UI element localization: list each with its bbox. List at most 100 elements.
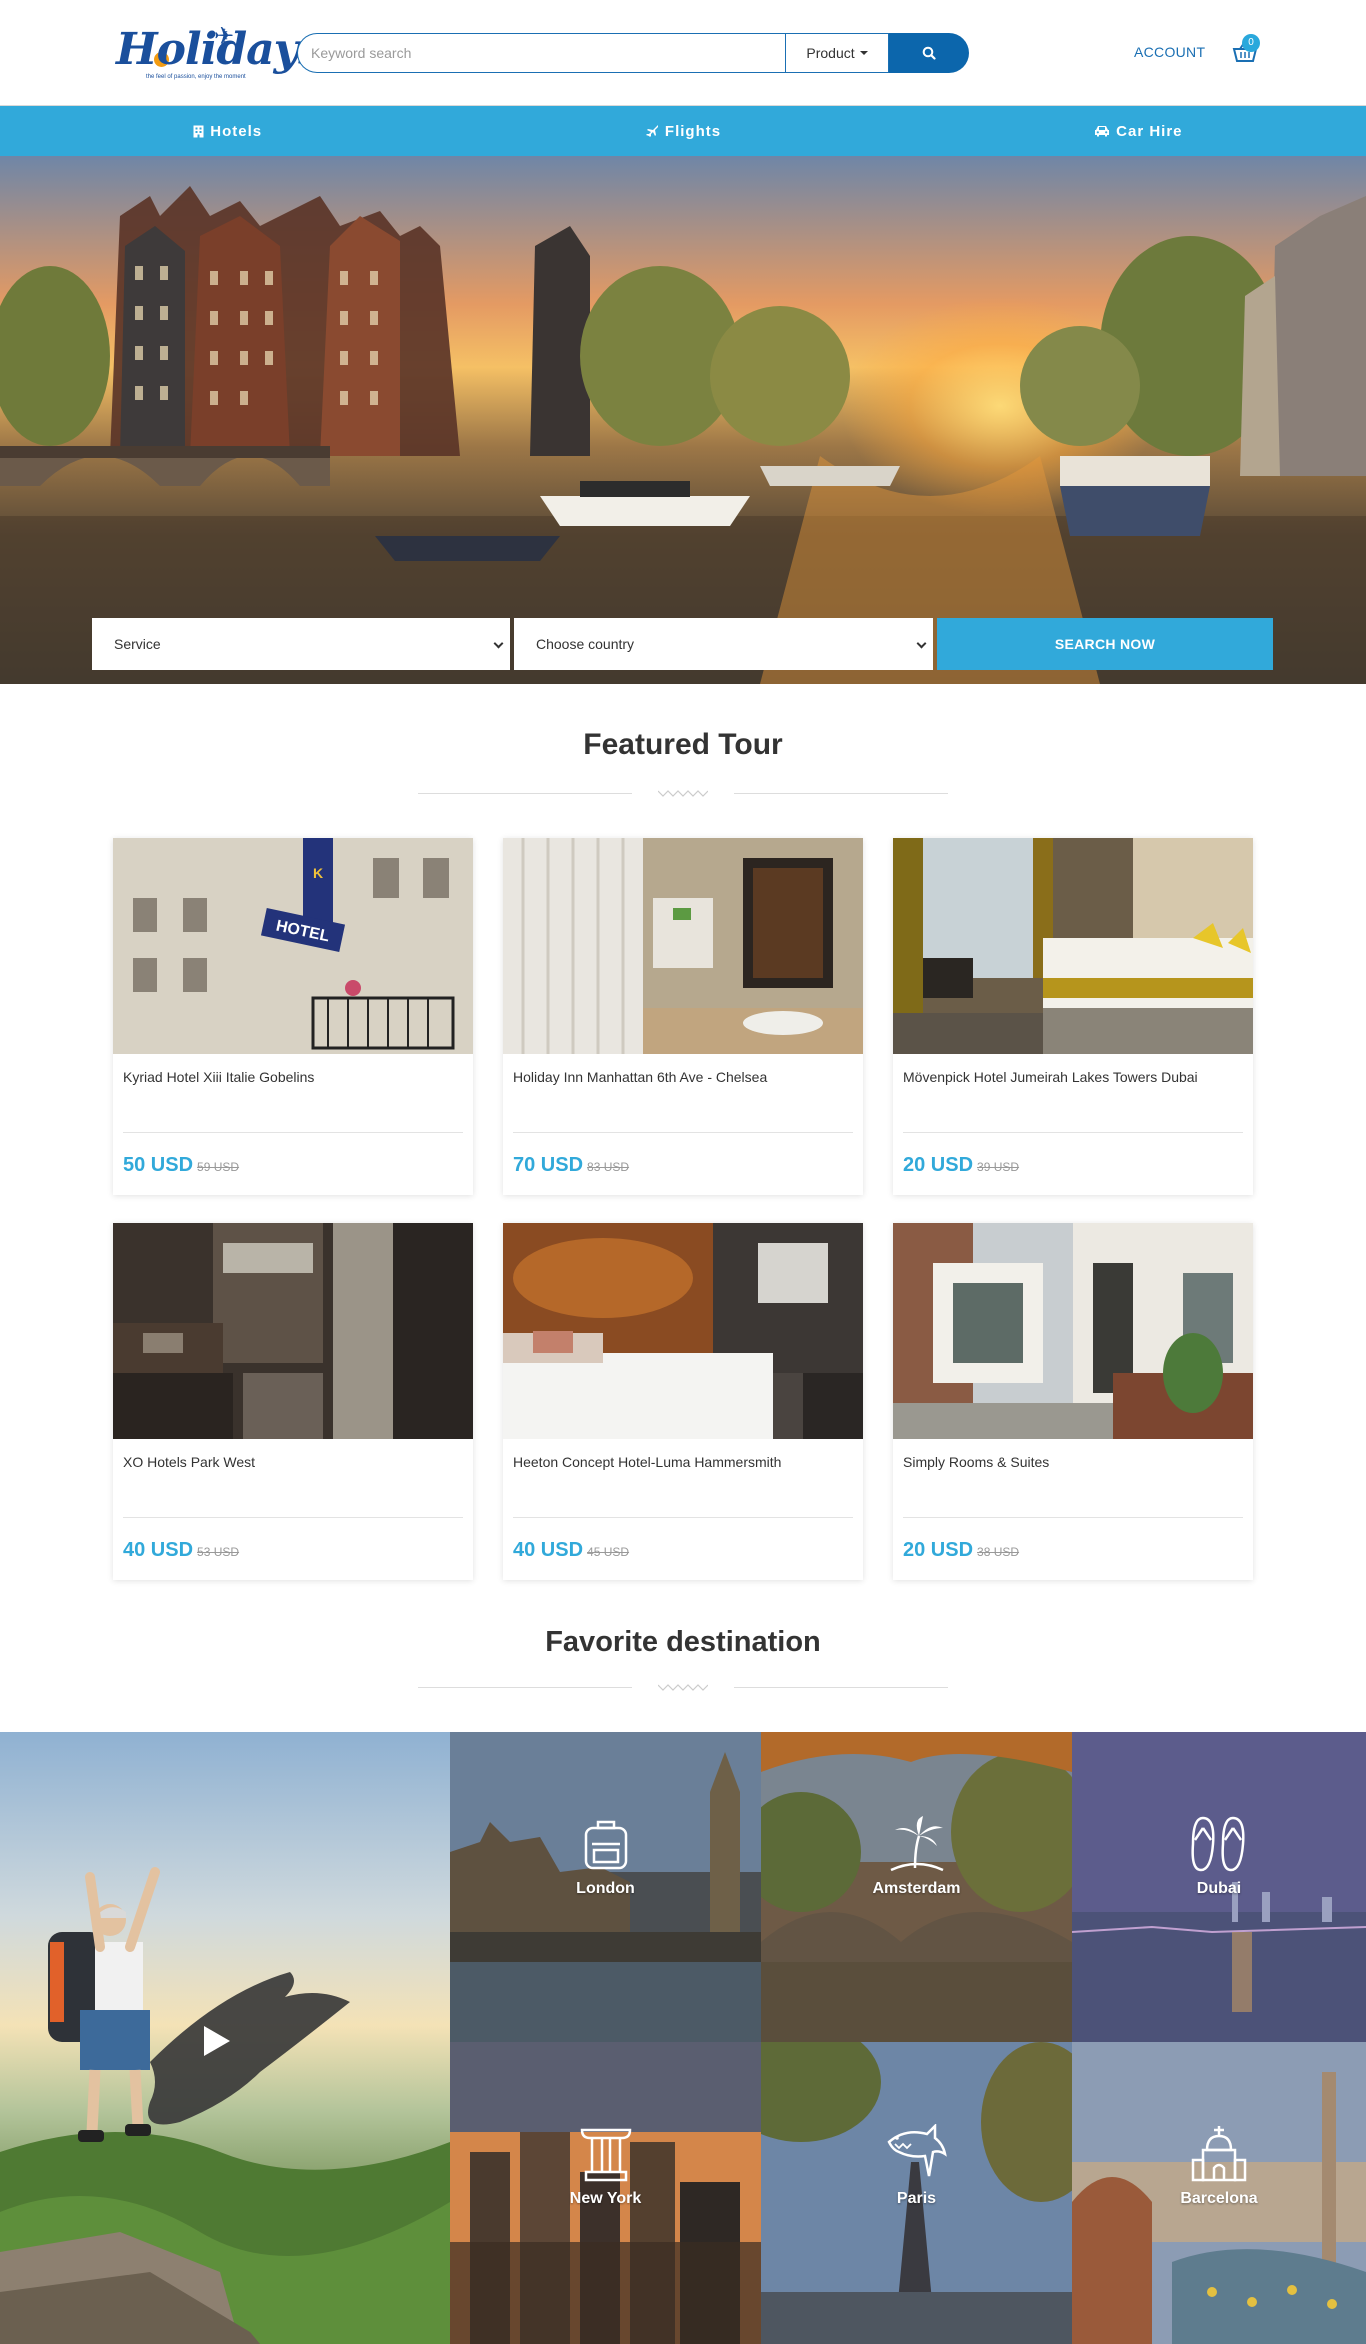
old-price: 83 USD (587, 1160, 630, 1174)
card-divider (513, 1132, 853, 1133)
plane-icon (645, 125, 658, 137)
card-divider (123, 1132, 463, 1133)
site-logo[interactable]: Holidays ✈ the feel of passion, enjoy th… (116, 22, 323, 84)
old-price: 53 USD (197, 1545, 240, 1559)
destination-name: Barcelona (1180, 2190, 1258, 2207)
service-select[interactable]: Service (92, 618, 510, 670)
hotel-name[interactable]: Kyriad Hotel Xiii Italie Gobelins (123, 1068, 463, 1086)
hotel-name[interactable]: Mövenpick Hotel Jumeirah Lakes Towers Du… (903, 1068, 1243, 1086)
hero-canal-scene (0, 186, 1366, 684)
hotel-name[interactable]: Simply Rooms & Suites (903, 1453, 1243, 1471)
chevron-down-icon (493, 638, 504, 649)
card-divider (903, 1132, 1243, 1133)
search-button[interactable] (889, 33, 969, 73)
chevron-down-icon (916, 638, 927, 649)
price: 20 USD 39 USD (903, 1154, 1019, 1177)
building-icon (193, 125, 204, 137)
country-select[interactable]: Choose country (514, 618, 933, 670)
old-price: 38 USD (977, 1545, 1020, 1559)
tour-card[interactable]: K HOTEL Kyriad Hotel Xiii Italie Gobelin… (113, 838, 473, 1195)
current-price: 40 USD (123, 1539, 194, 1561)
destination-tile-london[interactable]: London (450, 1732, 761, 2042)
destination-name: New York (569, 2190, 642, 2207)
backpack-icon (584, 1820, 627, 1870)
nav-item-flights[interactable]: Flights (455, 106, 910, 156)
search-icon (922, 46, 936, 60)
destination-tile-amsterdam[interactable]: Amsterdam (761, 1732, 1072, 2042)
section-divider (418, 784, 948, 804)
hotel-name[interactable]: XO Hotels Park West (123, 1453, 463, 1471)
price: 40 USD 53 USD (123, 1539, 239, 1562)
country-select-value: Choose country (536, 636, 635, 652)
featured-tour-title: Featured Tour (583, 728, 783, 761)
destination-name: Amsterdam (872, 1880, 961, 1897)
tour-card[interactable]: Mövenpick Hotel Jumeirah Lakes Towers Du… (893, 838, 1253, 1195)
tour-card[interactable]: Holiday Inn Manhattan 6th Ave - Chelsea … (503, 838, 863, 1195)
destination-name: Paris (896, 2190, 937, 2207)
church-icon (1191, 2126, 1247, 2182)
price: 40 USD 45 USD (513, 1539, 629, 1562)
current-price: 20 USD (903, 1154, 974, 1176)
section-divider (418, 1678, 948, 1698)
destination-name: London (576, 1880, 635, 1897)
destinations-grid: London Amsterdam Dubai New York Paris Ba… (0, 1732, 1366, 2344)
destination-tile-barcelona[interactable]: Barcelona (1072, 2042, 1366, 2344)
nav-item-label: Flights (664, 122, 722, 140)
hotel-name[interactable]: Holiday Inn Manhattan 6th Ave - Chelsea (513, 1068, 853, 1086)
current-price: 50 USD (123, 1154, 194, 1176)
keyword-search-input[interactable] (297, 33, 785, 73)
nav-item-hotels[interactable]: Hotels (0, 106, 455, 156)
car-icon (1095, 126, 1110, 137)
search-now-button[interactable]: SEARCH NOW (937, 618, 1273, 670)
nav-item-car-hire[interactable]: Car Hire (911, 106, 1366, 156)
wave-divider-icon (658, 1684, 708, 1691)
card-divider (123, 1517, 463, 1518)
hotel-photo (893, 838, 1253, 1054)
hotel-photo: K HOTEL (113, 838, 473, 1054)
current-price: 20 USD (903, 1539, 974, 1561)
hotel-photo (893, 1223, 1253, 1439)
nav-item-label: Hotels (210, 122, 263, 140)
favorite-destination-title: Favorite destination (545, 1626, 821, 1658)
hotel-photo (503, 1223, 863, 1439)
caret-down-icon (859, 51, 868, 55)
old-price: 59 USD (197, 1160, 240, 1174)
video-promo[interactable] (0, 1732, 450, 2344)
flip-flops-icon (1191, 1816, 1245, 1872)
hotel-photo (503, 838, 863, 1054)
current-price: 40 USD (513, 1539, 584, 1561)
current-price: 70 USD (513, 1154, 584, 1176)
nav-item-label: Car Hire (1116, 122, 1183, 140)
logo-plane-icon: ✈ (214, 23, 235, 50)
tour-card[interactable]: Simply Rooms & Suites 20 USD 38 USD (893, 1223, 1253, 1580)
tour-card[interactable]: Heeton Concept Hotel-Luma Hammersmith 40… (503, 1223, 863, 1580)
destination-tile-new-york[interactable]: New York (450, 2042, 761, 2344)
svg-text:K: K (313, 865, 323, 881)
shark-icon (886, 2124, 947, 2177)
price: 20 USD 38 USD (903, 1539, 1019, 1562)
site-header: Holidays ✈ the feel of passion, enjoy th… (0, 0, 1366, 106)
keyword-search-bar: Product (297, 33, 969, 73)
destination-tile-dubai[interactable]: Dubai (1072, 1732, 1366, 2042)
price: 50 USD 59 USD (123, 1154, 239, 1177)
column-icon (580, 2128, 631, 2182)
main-nav: Hotels Flights Car Hire (0, 106, 1366, 156)
product-dropdown-label: Product (806, 45, 855, 61)
wave-divider-icon (658, 790, 708, 797)
account-link[interactable]: ACCOUNT (1134, 44, 1205, 60)
old-price: 39 USD (977, 1160, 1020, 1174)
tour-card[interactable]: XO Hotels Park West 40 USD 53 USD (113, 1223, 473, 1580)
service-select-value: Service (114, 636, 161, 652)
hotel-name[interactable]: Heeton Concept Hotel-Luma Hammersmith (513, 1453, 853, 1471)
card-divider (513, 1517, 853, 1518)
hotel-photo (113, 1223, 473, 1439)
play-icon[interactable] (202, 2024, 232, 2058)
price: 70 USD 83 USD (513, 1154, 629, 1177)
destination-name: Dubai (1196, 1880, 1242, 1897)
destination-tile-paris[interactable]: Paris (761, 2042, 1072, 2344)
card-divider (903, 1517, 1243, 1518)
palm-island-icon (889, 1816, 944, 1872)
hero-banner: Service Choose country SEARCH NOW (0, 156, 1366, 684)
old-price: 45 USD (587, 1545, 630, 1559)
product-dropdown[interactable]: Product (785, 33, 889, 73)
